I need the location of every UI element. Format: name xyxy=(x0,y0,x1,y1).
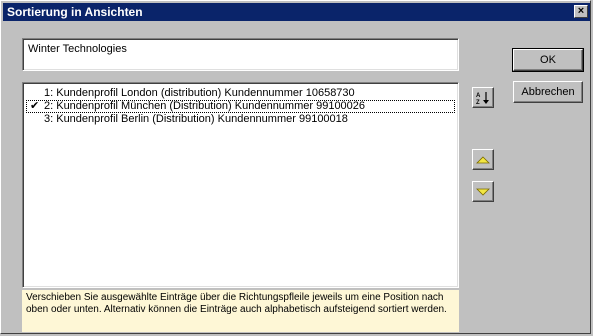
ok-button[interactable]: OK xyxy=(512,48,584,72)
sort-az-icon: A Z xyxy=(476,91,489,105)
svg-text:A: A xyxy=(476,93,481,99)
svg-text:Z: Z xyxy=(476,100,480,105)
help-text: Verschieben Sie ausgewählte Einträge übe… xyxy=(22,290,459,332)
sort-alphabetical-button[interactable]: A Z xyxy=(472,87,494,108)
arrow-up-icon xyxy=(476,155,490,163)
entry-list[interactable]: 1: Kundenprofil London (distribution) Ku… xyxy=(22,82,459,288)
list-item[interactable]: 1: Kundenprofil London (distribution) Ku… xyxy=(26,87,455,100)
window-title: Sortierung in Ansichten xyxy=(7,5,143,19)
list-item[interactable]: 3: Kundenprofil Berlin (Distribution) Ku… xyxy=(26,113,455,126)
arrow-down-icon xyxy=(476,188,490,196)
cancel-button[interactable]: Abbrechen xyxy=(513,81,583,103)
list-item[interactable]: ✔ 2: Kundenprofil München (Distribution)… xyxy=(26,100,455,113)
close-icon: × xyxy=(577,5,585,17)
sort-dialog: Sortierung in Ansichten × Winter Technol… xyxy=(0,0,591,334)
title-bar[interactable]: Sortierung in Ansichten × xyxy=(3,3,590,21)
move-up-button[interactable] xyxy=(472,149,494,170)
list-item-label: 3: Kundenprofil Berlin (Distribution) Ku… xyxy=(44,113,348,125)
list-item-label: 1: Kundenprofil London (distribution) Ku… xyxy=(44,87,355,99)
check-icon: ✔ xyxy=(30,100,40,112)
move-down-button[interactable] xyxy=(472,181,494,202)
close-button[interactable]: × xyxy=(574,5,588,18)
list-item-label: 2: Kundenprofil München (Distribution) K… xyxy=(44,100,366,112)
name-field[interactable]: Winter Technologies xyxy=(22,38,459,71)
